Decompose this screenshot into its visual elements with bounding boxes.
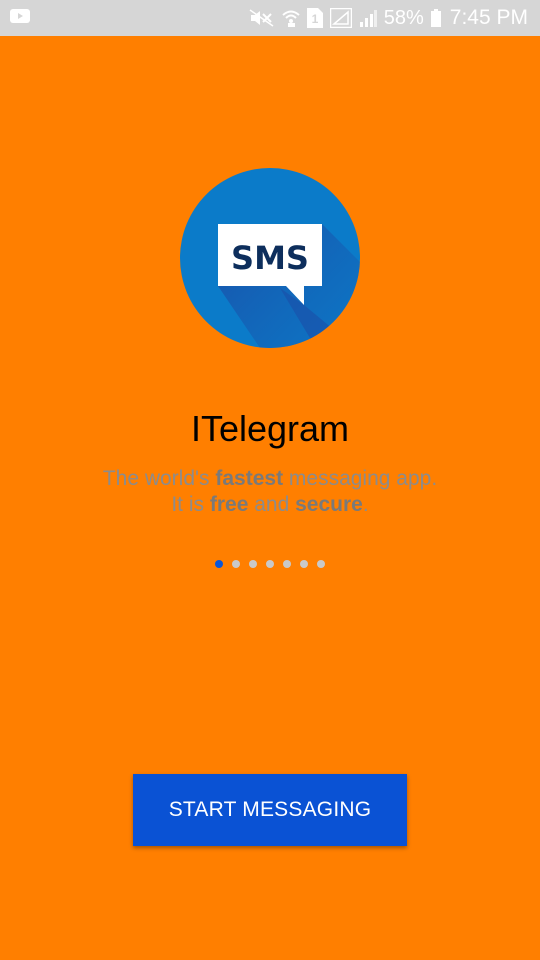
wifi-icon — [282, 8, 300, 28]
battery-percent: 58% — [383, 6, 424, 29]
page-dot-3[interactable] — [249, 560, 257, 568]
start-messaging-button[interactable]: START MESSAGING — [133, 774, 407, 846]
app-logo: SMS — [180, 168, 360, 348]
youtube-icon — [10, 8, 30, 28]
sim-icon: 1 — [306, 8, 323, 28]
page-indicator — [0, 560, 540, 568]
app-title: ITelegram — [190, 408, 350, 449]
page-dot-7[interactable] — [317, 560, 325, 568]
status-bar: 1 58% 7:45 PM — [0, 0, 540, 36]
page-dot-1[interactable] — [215, 560, 223, 568]
page-dot-5[interactable] — [283, 560, 291, 568]
signal-icon — [359, 9, 377, 27]
svg-text:1: 1 — [311, 12, 318, 26]
page-dot-2[interactable] — [232, 560, 240, 568]
page-dot-4[interactable] — [266, 560, 274, 568]
battery-icon — [430, 9, 441, 27]
sms-text: SMS — [231, 239, 309, 277]
clock: 7:45 PM — [449, 6, 528, 29]
signal-icon — [329, 8, 352, 28]
page-dot-6[interactable] — [300, 560, 308, 568]
tagline-line-2: It is free and secure. — [171, 493, 369, 516]
tagline: The world's fastest messaging app. It is… — [0, 466, 540, 518]
sms-icon: SMS — [180, 168, 360, 348]
mute-icon — [249, 9, 275, 27]
welcome-screen: 1 58% 7:45 PM SMS ITelegram The world's … — [0, 0, 540, 960]
tagline-line-1: The world's fastest messaging app. — [102, 467, 438, 490]
